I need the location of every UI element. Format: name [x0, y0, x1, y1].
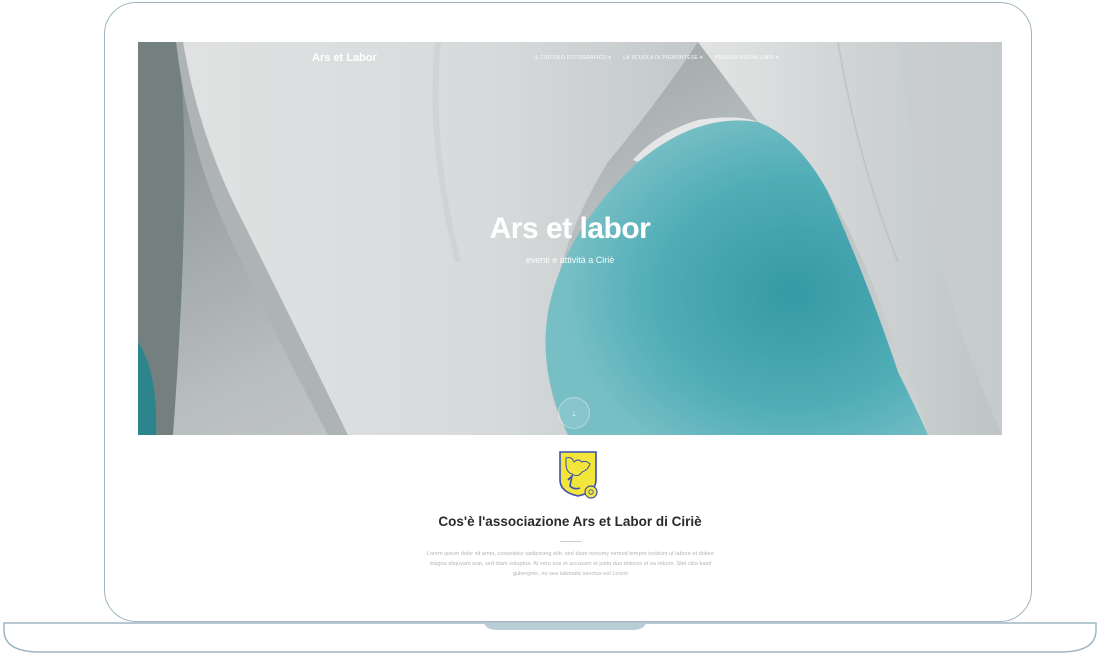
top-navigation: Ars et Labor IL CIRCOLO FOTOGRAFICO ▾ LA…	[138, 42, 1002, 76]
association-crest-icon	[558, 450, 600, 502]
nav-item-presentazioni-libri[interactable]: PRESENTAZIONI LIBRI ▾	[715, 55, 779, 61]
title-divider	[560, 541, 582, 542]
arrow-down-icon: ↓	[571, 408, 577, 418]
hero-title: Ars et labor	[489, 212, 651, 245]
hero-section: Ars et Labor IL CIRCOLO FOTOGRAFICO ▾ LA…	[138, 42, 1002, 435]
hero-subtitle: eventi e attività a Ciriè	[525, 255, 615, 265]
laptop-base	[0, 622, 1100, 655]
nav-item-circolo-fotografico[interactable]: IL CIRCOLO FOTOGRAFICO ▾	[534, 55, 611, 61]
scroll-down-button[interactable]: ↓	[558, 397, 590, 429]
about-section-title: Cos'è l'associazione Ars et Labor di Cir…	[438, 514, 702, 529]
brand-link[interactable]: Ars et Labor	[312, 52, 377, 64]
nav-item-scuola-piemontese[interactable]: LA SCUOLA DI PIEMONTESE ▾	[623, 55, 702, 61]
browser-screen: Ars et Labor IL CIRCOLO FOTOGRAFICO ▾ LA…	[138, 42, 1002, 590]
nav-menu: IL CIRCOLO FOTOGRAFICO ▾ LA SCUOLA DI PI…	[534, 55, 779, 61]
about-section-text: Lorem ipsum dolor sit amet, consetetur s…	[426, 551, 715, 578]
